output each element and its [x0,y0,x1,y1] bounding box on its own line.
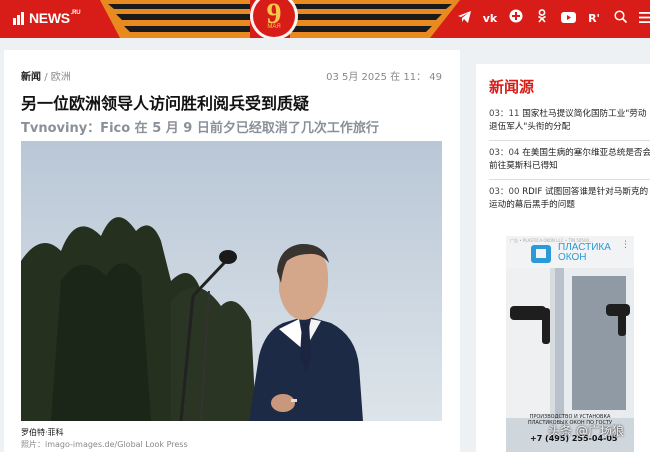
st-george-ribbon-right [290,0,460,38]
breadcrumb: 新闻 / 欧洲 [21,68,71,83]
breadcrumb-separator: / [44,72,48,83]
ok-plus-icon[interactable] [506,9,526,29]
logo-suffix: .RU [70,10,81,16]
ad-brand-line2: ОКОН [558,252,587,263]
photo-credit: 照片：imago-images.de/Global Look Press [21,440,188,449]
site-header: NEWS .RU 9 МАЯ vk R' [0,0,650,38]
breadcrumb-category[interactable]: 新闻 [21,72,41,83]
ad-header: 广告 • PLASTICA OKON LLC • TIN 50500... ПЛ… [506,236,634,268]
telegram-icon[interactable] [454,9,474,29]
photo-illustration [21,141,442,421]
search-icon[interactable] [610,9,630,29]
vk-icon[interactable]: vk [480,9,500,29]
news-item-time: 03：00 [489,187,520,197]
news-item[interactable]: 03：04 在美国生病的塞尔维亚总统是否会前往莫斯科已得知 [489,147,650,180]
photo-caption: 罗伯特·菲科 [21,428,64,437]
rutube-icon[interactable]: R' [584,9,604,29]
article-title: 另一位欧洲领导人访问胜利阅兵受到质疑 [21,94,310,113]
breadcrumb-subcategory[interactable]: 欧洲 [51,72,71,83]
header-icons: vk R' [448,0,650,38]
ad-brand: ПЛАСТИКА ОКОН [558,243,611,263]
article-photo [21,141,442,421]
menu-icon[interactable] [636,9,650,29]
news-item-time: 03：11 [489,109,520,119]
logo-mark-icon [13,12,24,25]
logo-text: NEWS [29,10,70,26]
article-date: 03 5月 2025 在 11： 49 [326,72,442,83]
ad-window-image [506,268,634,418]
article-card: 新闻 / 欧洲 03 5月 2025 在 11： 49 另一位欧洲领导人访问胜利… [4,50,460,452]
ad-logo-icon [531,245,551,263]
news-item[interactable]: 03：11 国家杜马提议简化国防工业"劳动退伍军人"头衔的分配 [489,108,650,141]
youtube-icon[interactable] [558,9,578,29]
news-item[interactable]: 03：00 RDIF 试图回答谁是针对马斯克的运动的幕后黑手的问题 [489,186,650,218]
watermark: 头条 @广场狼 [548,424,624,438]
victory-day-badge: 9 МАЯ [244,0,304,38]
badge-month: МАЯ [267,24,281,30]
article-subtitle: Tvnoviny：Fico 在 5 月 9 日前夕已经取消了几次工作旅行 [21,121,379,136]
site-logo[interactable]: NEWS .RU [13,9,81,27]
news-item-time: 03：04 [489,148,520,158]
odnoklassniki-icon[interactable] [532,9,552,29]
advertisement[interactable]: 广告 • PLASTICA OKON LLC • TIN 50500... ПЛ… [506,236,634,452]
ad-menu-icon[interactable]: ⋮ [621,240,630,250]
sidebar-title: 新闻源 [489,78,535,96]
